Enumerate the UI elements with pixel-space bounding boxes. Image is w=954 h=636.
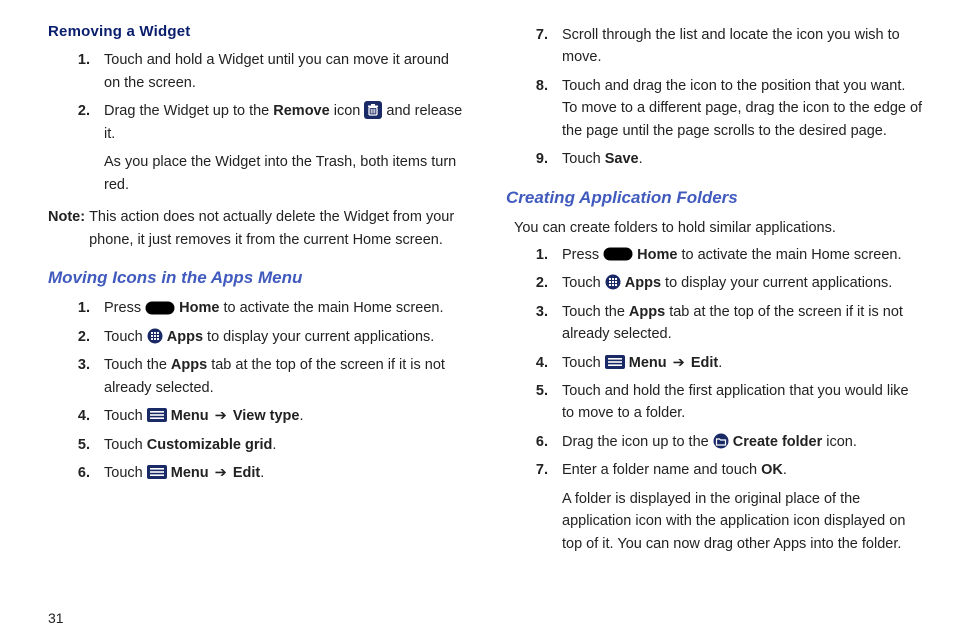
list-item: 6. Drag the icon up to the Create folder…	[506, 431, 924, 453]
heading-moving-icons: Moving Icons in the Apps Menu	[48, 265, 466, 291]
list-item: 1. Touch and hold a Widget until you can…	[48, 49, 466, 94]
note-block: Note: This action does not actually dele…	[48, 206, 466, 251]
step-number: 1.	[506, 244, 562, 266]
list-item: 8. Touch and drag the icon to the positi…	[506, 75, 924, 142]
list-item: 1. Press Home to activate the main Home …	[506, 244, 924, 266]
step-number: 1.	[48, 297, 104, 319]
step-text: Enter a folder name and touch OK. A fold…	[562, 459, 924, 555]
step-number: 7.	[506, 459, 562, 555]
step-text: Touch Customizable grid.	[104, 434, 466, 456]
list-item: 6. Touch Menu ➔ Edit.	[48, 462, 466, 484]
step-text: Touch and drag the icon to the position …	[562, 75, 924, 142]
step-number: 9.	[506, 148, 562, 170]
step-number: 4.	[506, 352, 562, 374]
step-number: 5.	[48, 434, 104, 456]
list-item: 4. Touch Menu ➔ View type.	[48, 405, 466, 427]
creating-folders-steps: 1. Press Home to activate the main Home …	[506, 244, 924, 556]
list-item: 7. Enter a folder name and touch OK. A f…	[506, 459, 924, 555]
moving-icons-steps-cont: 7. Scroll through the list and locate th…	[506, 24, 924, 171]
apps-grid-icon	[147, 328, 163, 344]
step-number: 6.	[506, 431, 562, 453]
heading-creating-folders: Creating Application Folders	[506, 185, 924, 211]
two-column-layout: Removing a Widget 1. Touch and hold a Wi…	[48, 20, 924, 606]
step-number: 2.	[48, 100, 104, 196]
trash-icon	[364, 101, 382, 119]
note-label: Note:	[48, 206, 89, 251]
step-text: Drag the icon up to the Create folder ic…	[562, 431, 924, 453]
step-number: 5.	[506, 380, 562, 425]
list-item: 1. Press Home to activate the main Home …	[48, 297, 466, 319]
moving-icons-steps: 1. Press Home to activate the main Home …	[48, 297, 466, 484]
list-item: 2. Touch Apps to display your current ap…	[506, 272, 924, 294]
list-item: 9. Touch Save.	[506, 148, 924, 170]
menu-icon	[605, 355, 625, 369]
step-number: 3.	[506, 301, 562, 346]
step-text: Touch the Apps tab at the top of the scr…	[104, 354, 466, 399]
menu-icon	[147, 465, 167, 479]
list-item: 2. Touch Apps to display your current ap…	[48, 326, 466, 348]
right-column: 7. Scroll through the list and locate th…	[506, 20, 924, 606]
list-item: 7. Scroll through the list and locate th…	[506, 24, 924, 69]
step-number: 3.	[48, 354, 104, 399]
menu-icon	[147, 408, 167, 422]
step-number: 8.	[506, 75, 562, 142]
list-item: 5. Touch and hold the first application …	[506, 380, 924, 425]
arrow-icon: ➔	[667, 355, 691, 371]
step-text: Touch Save.	[562, 148, 924, 170]
step-text: Press Home to activate the main Home scr…	[104, 297, 466, 319]
step-text: Touch Menu ➔ Edit.	[562, 352, 924, 374]
step-text: Touch Menu ➔ View type.	[104, 405, 466, 427]
step-number: 2.	[48, 326, 104, 348]
apps-grid-icon	[605, 274, 621, 290]
arrow-icon: ➔	[209, 465, 233, 481]
page-number: 31	[48, 606, 924, 626]
heading-removing-widget: Removing a Widget	[48, 20, 466, 43]
list-item: 3. Touch the Apps tab at the top of the …	[506, 301, 924, 346]
step-number: 7.	[506, 24, 562, 69]
step-text: Touch and hold a Widget until you can mo…	[104, 49, 466, 94]
step-text: Touch and hold the first application tha…	[562, 380, 924, 425]
list-item: 2. Drag the Widget up to the Remove icon…	[48, 100, 466, 196]
step-number: 1.	[48, 49, 104, 94]
manual-page: Removing a Widget 1. Touch and hold a Wi…	[0, 0, 954, 636]
step-text: Drag the Widget up to the Remove icon an…	[104, 100, 466, 196]
step-text: Touch the Apps tab at the top of the scr…	[562, 301, 924, 346]
step-text: Touch Apps to display your current appli…	[104, 326, 466, 348]
section-intro: You can create folders to hold similar a…	[514, 217, 924, 239]
arrow-icon: ➔	[209, 408, 233, 424]
list-item: 5. Touch Customizable grid.	[48, 434, 466, 456]
step-number: 4.	[48, 405, 104, 427]
step-text: Scroll through the list and locate the i…	[562, 24, 924, 69]
step-subtext: A folder is displayed in the original pl…	[562, 488, 924, 555]
list-item: 3. Touch the Apps tab at the top of the …	[48, 354, 466, 399]
list-item: 4. Touch Menu ➔ Edit.	[506, 352, 924, 374]
home-button-icon	[603, 247, 633, 261]
home-button-icon	[145, 301, 175, 315]
note-text: This action does not actually delete the…	[89, 206, 466, 251]
create-folder-icon	[713, 433, 729, 449]
step-number: 2.	[506, 272, 562, 294]
step-number: 6.	[48, 462, 104, 484]
step-text: Press Home to activate the main Home scr…	[562, 244, 924, 266]
removing-widget-steps: 1. Touch and hold a Widget until you can…	[48, 49, 466, 196]
step-text: Touch Menu ➔ Edit.	[104, 462, 466, 484]
left-column: Removing a Widget 1. Touch and hold a Wi…	[48, 20, 466, 606]
step-subtext: As you place the Widget into the Trash, …	[104, 151, 466, 196]
step-text: Touch Apps to display your current appli…	[562, 272, 924, 294]
